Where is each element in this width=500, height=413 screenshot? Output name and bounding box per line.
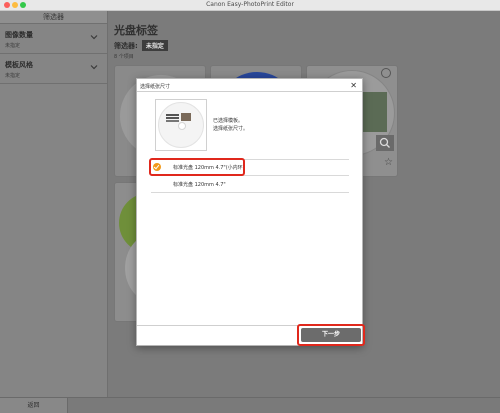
window-titlebar: Canon Easy-PhotoPrint Editor xyxy=(0,0,500,11)
star-icon[interactable]: ☆ xyxy=(384,157,393,168)
filter-image-count-value: 未指定 xyxy=(5,43,21,49)
sidebar-header: 筛选器 xyxy=(0,11,107,24)
paper-size-option-label: 标准光盘 120mm 4.7" xyxy=(173,182,226,188)
bottom-bar: 返回 xyxy=(0,397,500,413)
dialog-title: 选择纸张尺寸 xyxy=(140,84,171,90)
chevron-down-icon[interactable] xyxy=(89,62,99,72)
window-title: Canon Easy-PhotoPrint Editor xyxy=(206,1,294,8)
item-count: 8 个项目 xyxy=(114,54,134,60)
select-paper-size-dialog: 选择纸张尺寸 ✕ 已选择模板。 选择纸张尺寸。 标准光盘 120mm 4.7"(… xyxy=(136,78,365,346)
disc-hub xyxy=(178,122,186,130)
filter-summary: 筛选器: 未指定 xyxy=(114,40,168,51)
filter-sidebar: 筛选器 图像数量 未指定 模板风格 未指定 xyxy=(0,11,108,397)
page-title: 光盘标签 xyxy=(114,24,158,37)
filter-summary-label: 筛选器: xyxy=(114,42,138,50)
close-icon[interactable]: ✕ xyxy=(350,81,357,90)
zoom-icon[interactable] xyxy=(376,135,394,151)
reload-icon[interactable] xyxy=(381,68,391,78)
template-thumbnail xyxy=(155,99,207,151)
filter-template-style[interactable]: 模板风格 未指定 xyxy=(0,54,107,84)
filter-image-count[interactable]: 图像数量 未指定 xyxy=(0,24,107,54)
disc-preview-text xyxy=(166,114,179,116)
filter-summary-badge[interactable]: 未指定 xyxy=(141,40,168,51)
back-button[interactable]: 返回 xyxy=(0,398,68,413)
dialog-message-line2: 选择纸张尺寸。 xyxy=(213,126,249,132)
paper-size-option-standard[interactable]: 标准光盘 120mm 4.7" xyxy=(151,177,349,192)
disc-preview-image xyxy=(158,102,204,148)
dialog-message: 已选择模板。 选择纸张尺寸。 xyxy=(213,117,248,133)
selection-highlight xyxy=(149,158,245,176)
next-button-label: 下一步 xyxy=(301,328,361,342)
option-divider xyxy=(151,192,349,193)
filter-template-style-value: 未指定 xyxy=(5,73,21,79)
chevron-down-icon[interactable] xyxy=(89,32,99,42)
dialog-message-line1: 已选择模板。 xyxy=(213,118,244,124)
disc-preview-photo xyxy=(181,113,191,121)
dialog-divider xyxy=(137,91,362,92)
next-button[interactable]: 下一步 xyxy=(297,324,365,346)
